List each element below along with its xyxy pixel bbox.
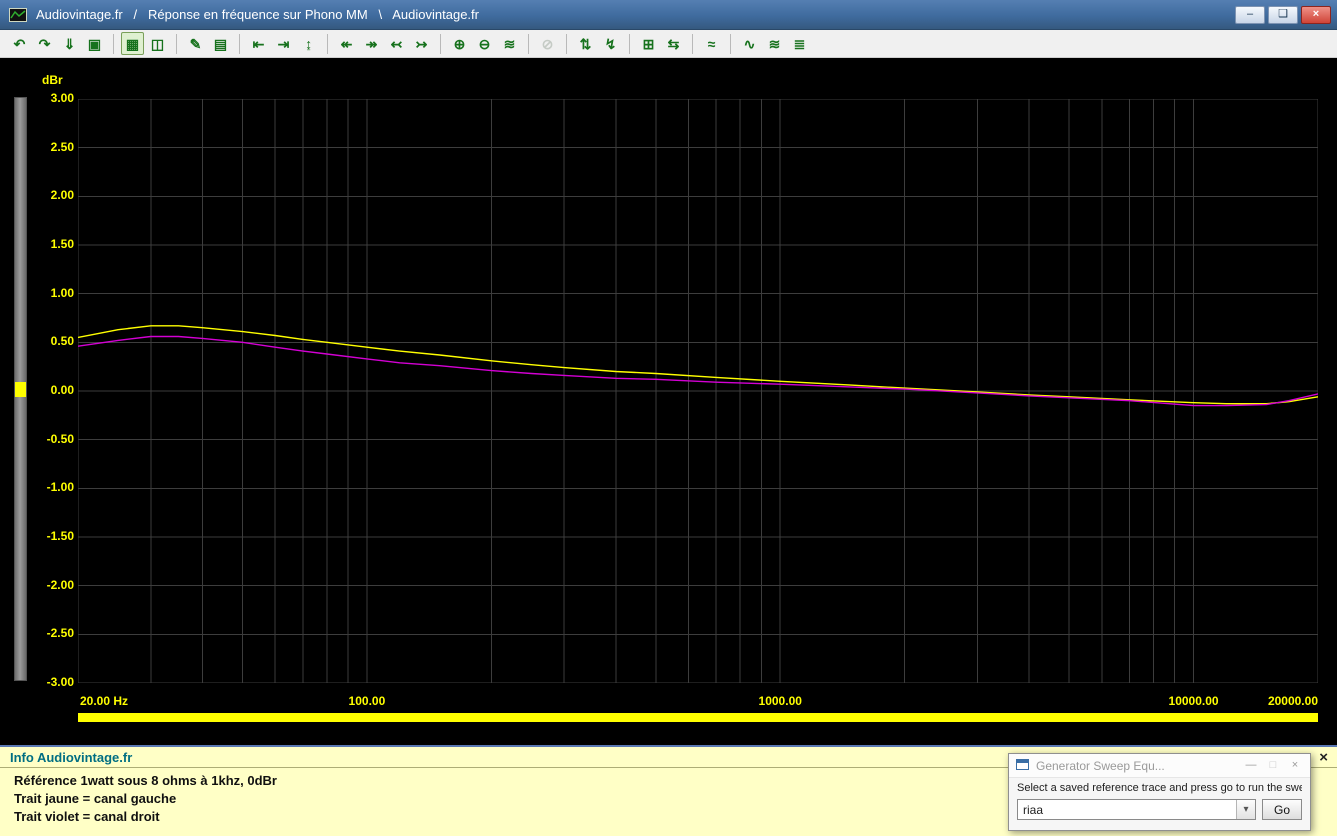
title-bar: Audiovintage.fr / Réponse en fréquence s… (0, 0, 1337, 30)
save-trace-icon[interactable]: ↷ (33, 32, 56, 55)
toolbar-separator (692, 33, 693, 54)
compress-x-axis-icon[interactable]: ⇥ (272, 32, 295, 55)
step-sweep-icon[interactable]: ≣ (788, 32, 811, 55)
graph-settings-icon[interactable]: ✎ (184, 32, 207, 55)
scroll-left-icon[interactable]: ↞ (335, 32, 358, 55)
print-icon: ⊘ (541, 35, 554, 52)
zoom-out-icon[interactable]: ⊖ (473, 32, 496, 55)
copy-graph-icon[interactable]: ▣ (83, 32, 106, 55)
dialog-maximize-button[interactable]: □ (1262, 757, 1284, 775)
x-axis-tick: 1000.00 (758, 694, 802, 708)
x-axis-tick: 100.00 (348, 694, 386, 708)
x-axis-tick: 10000.00 (1168, 694, 1219, 708)
trace-left-channel (78, 325, 1318, 405)
trace-right-channel (78, 335, 1318, 407)
merge-traces-icon[interactable]: ⇆ (662, 32, 685, 55)
spectrum-icon[interactable]: ≋ (763, 32, 786, 55)
minimize-button[interactable]: – (1235, 5, 1265, 24)
recall-trace-icon[interactable]: ↶ (8, 32, 31, 55)
dialog-message: Select a saved reference trace and press… (1017, 782, 1302, 794)
chevron-down-icon[interactable]: ▾ (1236, 800, 1255, 819)
marker-down-icon[interactable]: ↯ (599, 32, 622, 55)
dialog-minimize-button[interactable]: — (1240, 757, 1262, 775)
y-axis-tick: -3.00 (46, 675, 74, 689)
scroll-right-icon[interactable]: ↠ (360, 32, 383, 55)
maximize-button[interactable]: ❑ (1268, 5, 1298, 24)
y-axis-tick: 2.00 (50, 188, 74, 203)
toolbar-separator (730, 33, 731, 54)
sine-sweep-icon[interactable]: ∿ (738, 32, 761, 55)
toolbar-separator (629, 33, 630, 54)
dialog-body: Select a saved reference trace and press… (1009, 778, 1310, 820)
y-axis-tick: -1.50 (46, 529, 74, 543)
toolbar-separator (327, 33, 328, 54)
y-axis-tick: -2.50 (46, 626, 74, 641)
y-axis-tick: 1.50 (50, 237, 74, 251)
y-axis-tick: -1.00 (46, 480, 74, 495)
toolbar-separator (440, 33, 441, 54)
split-display-icon[interactable]: ◫ (146, 32, 169, 55)
add-overlay-icon[interactable]: ⊞ (637, 32, 660, 55)
y-axis-tick: 1.00 (50, 285, 74, 300)
generator-sweep-dialog: Generator Sweep Equ... — □ × Select a sa… (1008, 753, 1311, 831)
y-axis-unit-label: dBr (42, 73, 63, 87)
shift-right-icon[interactable]: ↣ (410, 32, 433, 55)
app-icon (9, 7, 27, 22)
go-button[interactable]: Go (1262, 799, 1302, 820)
y-axis-tick: 2.50 (50, 139, 74, 154)
graph-display-icon[interactable]: ▦ (121, 32, 144, 55)
close-button[interactable]: × (1301, 5, 1331, 24)
zoom-trace-icon[interactable]: ≋ (498, 32, 521, 55)
y-axis-tick: 0.50 (50, 334, 74, 349)
toolbar-separator (566, 33, 567, 54)
normalize-icon[interactable]: ≈ (700, 32, 723, 55)
marker-up-icon[interactable]: ⇅ (574, 32, 597, 55)
expand-x-axis-icon[interactable]: ⇤ (247, 32, 270, 55)
y-axis-tick: -2.00 (46, 577, 74, 592)
dialog-title-bar: Generator Sweep Equ... — □ × (1009, 754, 1310, 778)
y-axis-tick: 3.00 (50, 91, 74, 105)
y-axis-tick: -0.50 (46, 431, 74, 446)
x-axis-tick: 20000.00 (1267, 694, 1318, 708)
dialog-icon (1016, 757, 1029, 775)
dialog-close-button[interactable]: × (1284, 757, 1306, 775)
shift-left-icon[interactable]: ↢ (385, 32, 408, 55)
data-list-icon[interactable]: ▤ (209, 32, 232, 55)
reference-trace-select[interactable]: riaa ▾ (1017, 799, 1256, 820)
toolbar-separator (239, 33, 240, 54)
toolbar-separator (113, 33, 114, 54)
reference-trace-value: riaa (1023, 802, 1044, 817)
dialog-title: Generator Sweep Equ... (1036, 758, 1165, 773)
frequency-response-plot[interactable] (78, 99, 1318, 683)
y-axis-tick: 0.00 (50, 383, 74, 397)
expand-y-axis-icon[interactable]: ↨ (297, 32, 320, 55)
sweep-progress-bar (78, 713, 1318, 722)
x-axis-tick: 20.00 Hz (80, 694, 129, 708)
toolbar-separator (176, 33, 177, 54)
toolbar-separator (528, 33, 529, 54)
window-title: Audiovintage.fr / Réponse en fréquence s… (36, 7, 479, 22)
info-panel-close-icon[interactable]: × (1319, 750, 1328, 765)
toolbar: ↶ ↷ ⇓ ▣ ▦ ◫ ✎ ▤ ⇤ ⇥ ↨ ↞ ↠ ↢ ↣ ⊕ ⊖ ≋ ⊘ ⇅ ↯ ⊞ ⇆ ≈ ∿ ≋ ≣ (0, 30, 1337, 58)
zoom-in-icon[interactable]: ⊕ (448, 32, 471, 55)
export-graph-icon[interactable]: ⇓ (58, 32, 81, 55)
